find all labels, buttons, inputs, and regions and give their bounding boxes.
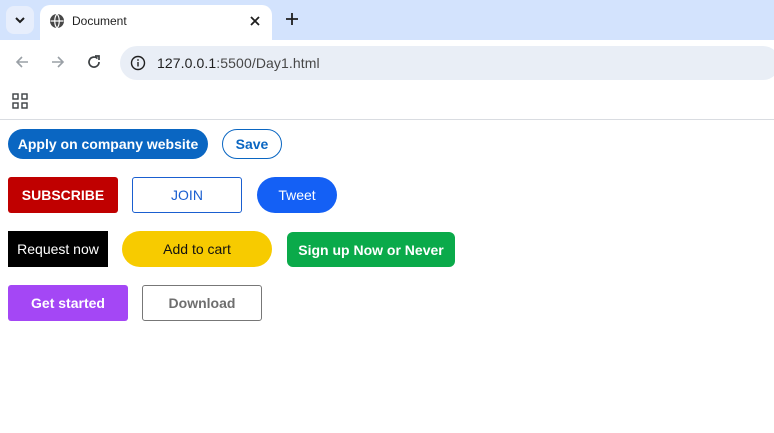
apply-button[interactable]: Apply on company website bbox=[8, 129, 208, 159]
url-path: :5500/Day1.html bbox=[216, 55, 320, 71]
add-to-cart-button[interactable]: Add to cart bbox=[122, 231, 272, 267]
reload-button[interactable] bbox=[84, 52, 104, 72]
request-now-button[interactable]: Request now bbox=[8, 231, 108, 267]
tab-strip: Document bbox=[0, 0, 774, 40]
save-button[interactable]: Save bbox=[222, 129, 282, 159]
get-started-button[interactable]: Get started bbox=[8, 285, 128, 321]
reload-icon bbox=[88, 55, 100, 68]
sign-up-button[interactable]: Sign up Now or Never bbox=[287, 232, 455, 267]
tab-close-button[interactable] bbox=[246, 12, 264, 30]
url-text: 127.0.0.1:5500/Day1.html bbox=[157, 55, 320, 71]
plus-icon bbox=[286, 13, 298, 25]
new-tab-button[interactable] bbox=[281, 8, 303, 30]
tweet-button[interactable]: Tweet bbox=[257, 177, 337, 213]
download-button[interactable]: Download bbox=[142, 285, 262, 321]
bookmarks-bar bbox=[0, 85, 774, 120]
join-button[interactable]: JOIN bbox=[132, 177, 242, 213]
subscribe-button[interactable]: SUBSCRIBE bbox=[8, 177, 118, 213]
page-content: Apply on company website Save SUBSCRIBE … bbox=[0, 121, 774, 433]
url-host: 127.0.0.1 bbox=[157, 55, 217, 71]
info-icon bbox=[130, 55, 146, 71]
browser-toolbar: 127.0.0.1:5500/Day1.html bbox=[0, 40, 774, 85]
forward-button[interactable] bbox=[48, 52, 68, 72]
browser-tab[interactable]: Document bbox=[40, 5, 272, 40]
globe-icon bbox=[50, 13, 64, 29]
apps-grid-icon[interactable] bbox=[12, 93, 28, 109]
arrow-right-icon bbox=[52, 56, 65, 68]
arrow-left-icon bbox=[15, 56, 28, 68]
close-icon bbox=[250, 16, 260, 26]
address-bar[interactable]: 127.0.0.1:5500/Day1.html bbox=[120, 46, 774, 80]
tab-search-button[interactable] bbox=[6, 6, 34, 34]
back-button[interactable] bbox=[12, 52, 32, 72]
chevron-down-icon bbox=[15, 17, 25, 24]
tab-title: Document bbox=[72, 14, 127, 28]
site-info-button[interactable] bbox=[128, 53, 148, 73]
